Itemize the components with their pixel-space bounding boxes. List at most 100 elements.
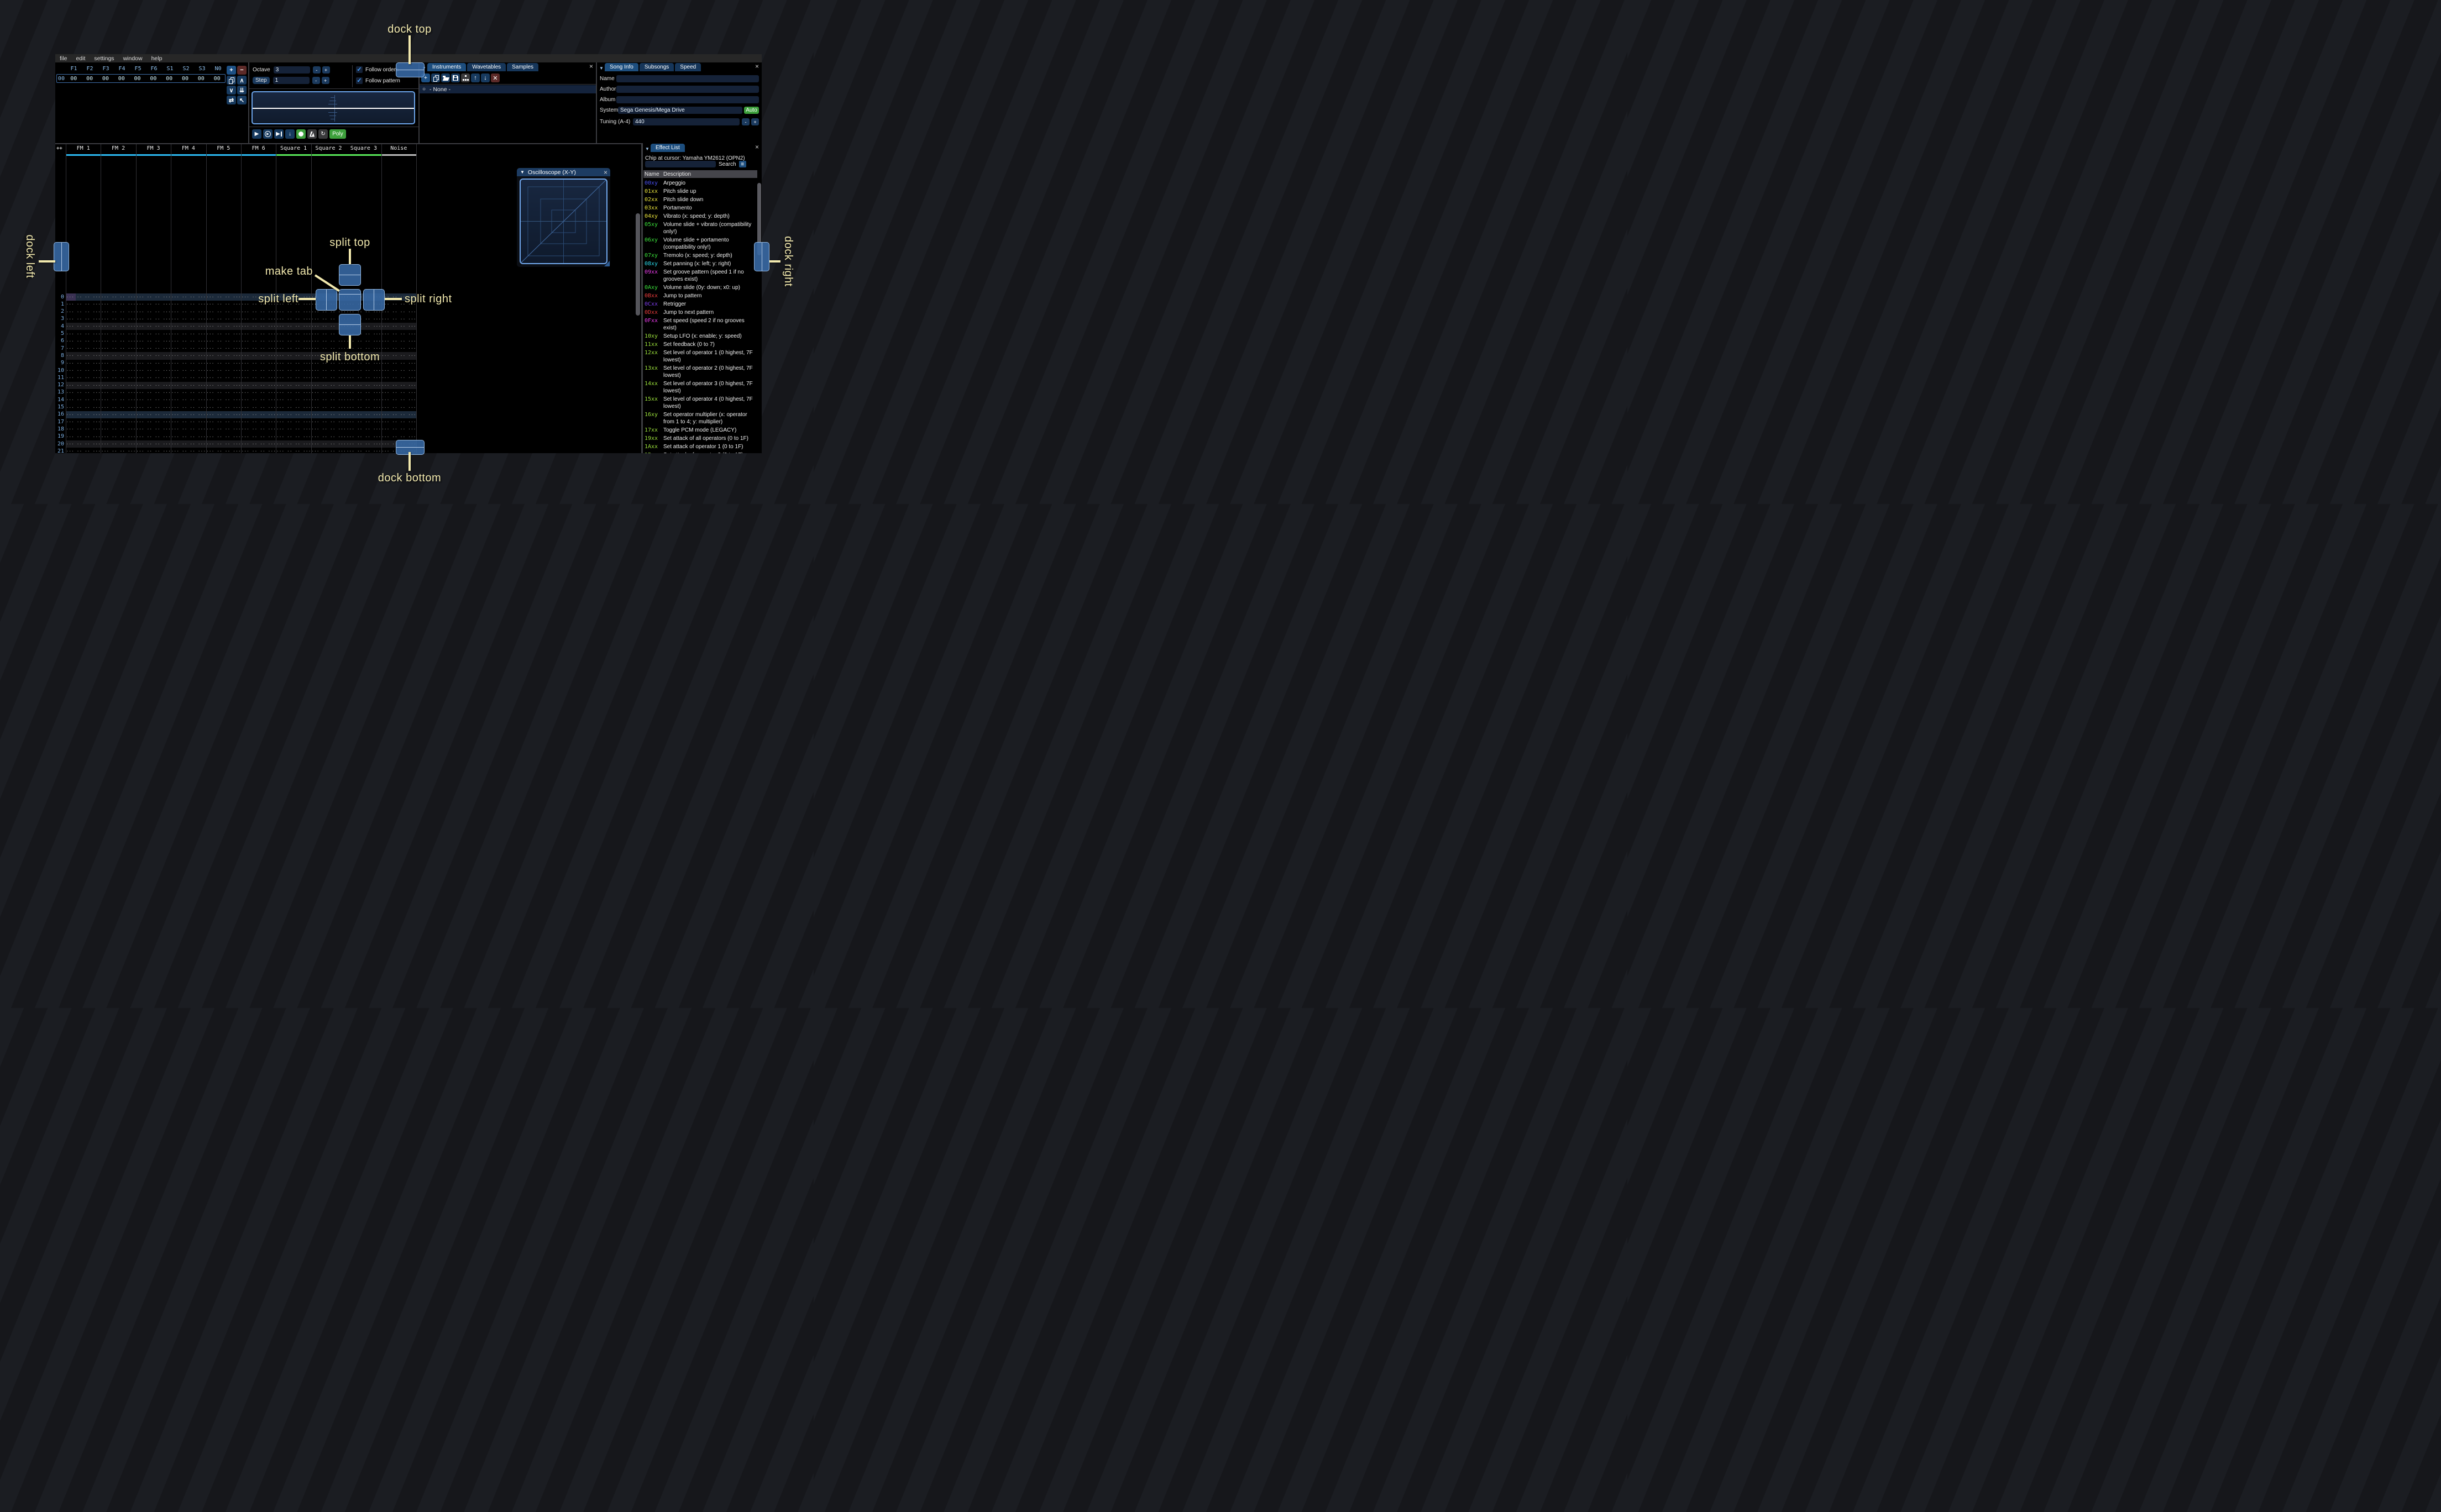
pattern-cell[interactable]: ··· ·· ·· ··· [171, 332, 206, 338]
pattern-cell[interactable]: ··· ·· ·· ··· [101, 368, 136, 374]
pattern-cell[interactable]: ··· ·· ·· ··· [206, 368, 241, 374]
pattern-cell[interactable]: ··· ·· ·· ··· [311, 405, 346, 411]
effect-row-12xx[interactable]: 12xx Set level of operator 1 (0 highest, … [643, 349, 758, 364]
pattern-row-6[interactable]: 6 ··· ·· ·· ··· ··· ·· ·· ··· ··· ·· ·· ···… [55, 338, 416, 345]
pattern-cell[interactable]: ··· ·· ·· ··· [206, 346, 241, 352]
pattern-cell[interactable]: ··· ·· ·· ··· [276, 390, 311, 396]
pattern-cell[interactable]: ··· ·· ·· ··· [101, 309, 136, 316]
step-one-row-button[interactable]: ↓ [285, 129, 295, 139]
split-left-target[interactable] [316, 289, 337, 311]
pattern-cell[interactable]: ··· ·· ·· ··· [241, 383, 276, 389]
channel-header-fm-2[interactable]: FM 2 [101, 145, 135, 153]
pattern-row-10[interactable]: 10 ··· ·· ·· ··· ··· ·· ·· ··· ··· ·· ·· ··… [55, 367, 416, 374]
pattern-cell[interactable]: ··· ·· ·· ··· [101, 339, 136, 345]
dock-right-target[interactable] [754, 242, 769, 271]
pattern-cell[interactable]: ··· ·· ·· ··· [66, 295, 101, 301]
pattern-row-21[interactable]: 21 ··· ·· ·· ··· ··· ·· ·· ··· ··· ·· ·· ··… [55, 448, 416, 453]
pattern-cell[interactable]: ··· ·· ·· ··· [171, 427, 206, 433]
close-icon[interactable]: × [755, 63, 759, 70]
pattern-cell[interactable]: ··· ·· ·· ··· [101, 353, 136, 359]
pattern-cell[interactable]: ··· ·· ·· ··· [136, 361, 171, 367]
pattern-cell[interactable]: ··· ·· ·· ··· [66, 339, 101, 345]
close-icon[interactable]: × [755, 144, 759, 150]
author-input[interactable] [616, 86, 759, 93]
step-plus-button[interactable]: + [321, 77, 329, 84]
collapse-icon[interactable]: ▼ [520, 170, 525, 175]
pattern-cell[interactable]: ··· ·· ·· ··· [171, 442, 206, 448]
pattern-cell[interactable]: ··· ·· ·· ··· [276, 361, 311, 367]
effect-row-0Fxx[interactable]: 0Fxx Set speed (speed 2 if no grooves exi… [643, 317, 758, 332]
pattern-cell[interactable]: ··· ·· ·· ··· [346, 434, 381, 440]
pattern-cell[interactable]: ··· ·· ·· ··· [136, 346, 171, 352]
pattern-cell[interactable]: ··· ·· ·· ··· [66, 317, 101, 323]
pattern-cell[interactable]: ··· ·· ·· ··· [381, 346, 416, 352]
order-add-button[interactable]: + [227, 66, 236, 75]
pattern-cell[interactable]: ··· ·· ·· ··· [136, 309, 171, 316]
pattern-cell[interactable]: ··· ·· ·· ··· [241, 390, 276, 396]
octave-plus-button[interactable]: + [322, 66, 330, 74]
pattern-cell[interactable]: ··· ·· ·· ··· [206, 405, 241, 411]
pattern-cell[interactable]: ··· ·· ·· ··· [206, 309, 241, 316]
pattern-row-18[interactable]: 18 ··· ·· ·· ··· ··· ·· ·· ··· ··· ·· ·· ··… [55, 426, 416, 433]
pattern-cell[interactable]: ··· ·· ·· ··· [311, 368, 346, 374]
channel-header-square-1[interactable]: Square 1 [276, 145, 311, 153]
pattern-cell[interactable]: ··· ·· ·· ··· [276, 339, 311, 345]
channel-header-fm-3[interactable]: FM 3 [136, 145, 171, 153]
tab-instruments[interactable]: Instruments [427, 63, 467, 71]
pattern-cell[interactable]: ··· ·· ·· ··· [346, 397, 381, 403]
pattern-cell[interactable]: ··· ·· ·· ··· [276, 412, 311, 418]
pattern-cell[interactable]: ··· ·· ·· ··· [346, 383, 381, 389]
pattern-cell[interactable]: ··· ·· ·· ··· [101, 412, 136, 418]
poly-toggle-button[interactable]: Poly [329, 129, 346, 139]
pattern-row-19[interactable]: 19 ··· ·· ·· ··· ··· ·· ·· ··· ··· ·· ·· ··… [55, 433, 416, 440]
ins-open-button[interactable] [441, 74, 450, 82]
pattern-row-16[interactable]: 16 ··· ·· ·· ··· ··· ·· ·· ··· ··· ·· ·· ··… [55, 411, 416, 419]
pattern-row-12[interactable]: 12 ··· ·· ·· ··· ··· ·· ·· ··· ··· ·· ·· ··… [55, 381, 416, 389]
pattern-cell[interactable]: ··· ·· ·· ··· [66, 405, 101, 411]
pattern-cell[interactable]: ··· ·· ·· ··· [311, 449, 346, 453]
pattern-cell[interactable]: ··· ·· ·· ··· [381, 412, 416, 418]
pattern-cell[interactable]: ··· ·· ·· ··· [346, 375, 381, 381]
pattern-row-17[interactable]: 17 ··· ·· ·· ··· ··· ·· ·· ··· ··· ·· ·· ··… [55, 418, 416, 426]
pattern-cell[interactable]: ··· ·· ·· ··· [206, 419, 241, 426]
order-remove-button[interactable]: − [237, 66, 247, 75]
pattern-cell[interactable]: ··· ·· ·· ··· [136, 390, 171, 396]
pattern-cell[interactable]: ··· ·· ·· ··· [311, 419, 346, 426]
effect-row-0Axy[interactable]: 0Axy Volume slide (0y: down; x0: up) [643, 284, 758, 292]
effect-row-0Dxx[interactable]: 0Dxx Jump to next pattern [643, 308, 758, 317]
pattern-cell[interactable]: ··· ·· ·· ··· [66, 346, 101, 352]
pattern-cell[interactable]: ··· ·· ·· ··· [101, 383, 136, 389]
pattern-cell[interactable]: ··· ·· ·· ··· [206, 397, 241, 403]
pattern-cell[interactable]: ··· ·· ·· ··· [171, 361, 206, 367]
pattern-cell[interactable]: ··· ·· ·· ··· [381, 332, 416, 338]
ins-duplicate-button[interactable] [431, 74, 440, 82]
instrument-list-item[interactable]: ○ - None - [420, 85, 596, 93]
pattern-row-1[interactable]: 1 ··· ·· ·· ··· ··· ·· ·· ··· ··· ·· ·· ···… [55, 301, 416, 308]
pattern-cell[interactable]: ··· ·· ·· ··· [171, 368, 206, 374]
pattern-cell[interactable]: ··· ·· ·· ··· [276, 427, 311, 433]
pattern-cell[interactable]: ··· ·· ·· ··· [136, 419, 171, 426]
effect-row-02xx[interactable]: 02xx Pitch slide down [643, 196, 758, 204]
pattern-cell[interactable]: ··· ·· ·· ··· [311, 390, 346, 396]
effect-row-09xx[interactable]: 09xx Set groove pattern (speed 1 if no gr… [643, 268, 758, 284]
tab-wavetables[interactable]: Wavetables [467, 63, 506, 71]
channel-header-fm-6[interactable]: FM 6 [241, 145, 276, 153]
pattern-cell[interactable]: ··· ·· ·· ··· [276, 449, 311, 453]
pattern-cell[interactable]: ··· ·· ·· ··· [311, 397, 346, 403]
pattern-cell[interactable]: ··· ·· ·· ··· [206, 412, 241, 418]
pattern-cell[interactable]: ··· ·· ·· ··· [206, 353, 241, 359]
tuning-minus-button[interactable]: - [742, 118, 750, 125]
order-value-cell[interactable]: 00 [98, 76, 114, 82]
pattern-cell[interactable]: ··· ·· ·· ··· [101, 317, 136, 323]
pattern-row-13[interactable]: 13 ··· ·· ·· ··· ··· ·· ·· ··· ··· ·· ·· ··… [55, 389, 416, 396]
pattern-cell[interactable]: ··· ·· ·· ··· [381, 353, 416, 359]
order-value-cell[interactable]: 00 [161, 76, 177, 82]
pattern-cell[interactable]: ··· ·· ·· ··· [241, 449, 276, 453]
pattern-cell[interactable]: ··· ·· ·· ··· [66, 449, 101, 453]
make-tab-target[interactable] [339, 289, 361, 311]
pattern-cell[interactable]: ··· ·· ·· ··· [136, 449, 171, 453]
pattern-cell[interactable]: ··· ·· ·· ··· [101, 332, 136, 338]
split-bottom-target[interactable] [339, 314, 361, 335]
order-value-cell[interactable]: 00 [145, 76, 161, 82]
pattern-cell[interactable]: ··· ·· ·· ··· [241, 442, 276, 448]
